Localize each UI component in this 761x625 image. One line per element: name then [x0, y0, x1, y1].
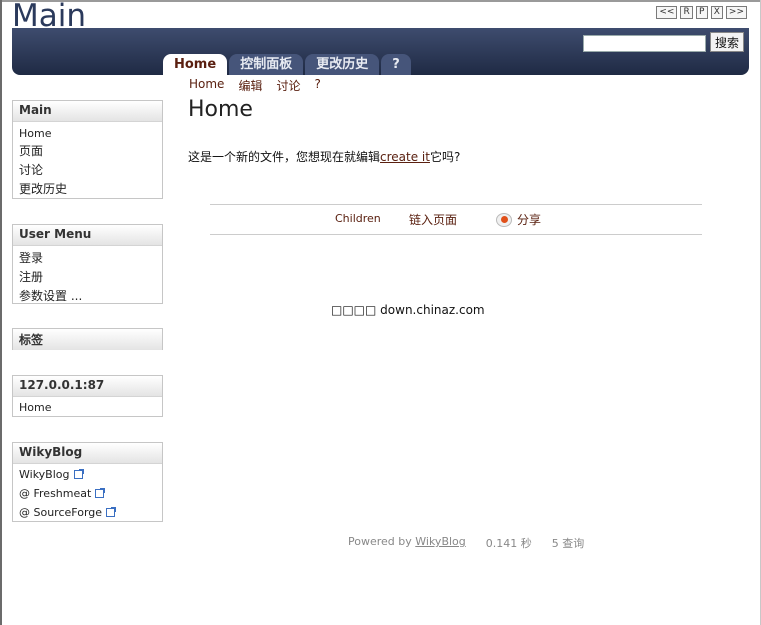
search-button[interactable]: 搜索 [710, 32, 744, 52]
sidebar-item-preferences[interactable]: 参数设置 ... [19, 287, 156, 306]
site-title[interactable]: Main [12, 0, 86, 34]
sidebar-item-home[interactable]: Home [19, 126, 156, 142]
message-text-after: 它吗? [429, 150, 461, 164]
sidebar-box-title: WikyBlog [13, 443, 162, 464]
sidebar-box-wikyblog: WikyBlog WikyBlog @ Freshmeat @ SourceFo… [12, 442, 163, 522]
pager-x-button[interactable]: X [710, 6, 723, 19]
sidebar-item-discuss[interactable]: 讨论 [19, 161, 156, 180]
sidebar-box-host: 127.0.0.1:87 Home [12, 375, 163, 417]
main-tabs: Home 控制面板 更改历史 ? [163, 54, 411, 75]
tab-help[interactable]: ? [381, 54, 411, 75]
subnav-edit[interactable]: 编辑 [238, 77, 262, 94]
sidebar-box-title: User Menu [13, 225, 162, 246]
link-label: @ Freshmeat [19, 487, 92, 500]
subnav-discuss[interactable]: 讨论 [276, 77, 300, 94]
link-label: @ SourceForge [19, 506, 103, 519]
sidebar-box-title: 127.0.0.1:87 [13, 376, 162, 397]
message-text-before: 这是一个新的文件，您想现在就编辑 [188, 150, 381, 164]
share-label: 分享 [517, 213, 542, 227]
page-footer: Powered by WikyBlog 0.141 秒 5 查询 [348, 535, 584, 551]
sub-navigation: Home 编辑 讨论 ? [189, 77, 321, 94]
ad-text: □□□□ down.chinaz.com [331, 303, 485, 317]
divider [210, 204, 702, 205]
query-count: 5 查询 [551, 537, 585, 550]
sidebar-item-sourceforge[interactable]: @ SourceForge [19, 503, 156, 522]
page-message: 这是一个新的文件，您想现在就编辑create it它吗? [188, 148, 460, 165]
wikyblog-footer-link[interactable]: WikyBlog [415, 535, 466, 548]
sidebar-item-host-home[interactable]: Home [19, 398, 156, 417]
link-label: WikyBlog [19, 468, 70, 481]
sidebar-box-title: 标签 [13, 329, 162, 350]
children-link[interactable]: Children [335, 212, 381, 225]
sidebar-box-title: Main [13, 101, 162, 122]
sidebar-item-wikyblog[interactable]: WikyBlog [19, 465, 156, 484]
divider [210, 234, 702, 235]
powered-by: Powered by WikyBlog [348, 535, 466, 551]
pager-first-button[interactable]: << [656, 6, 678, 19]
sidebar-item-pages[interactable]: 页面 [19, 142, 156, 161]
sidebar-item-freshmeat[interactable]: @ Freshmeat [19, 484, 156, 503]
external-link-icon [106, 507, 117, 517]
window-frame-top [0, 0, 761, 2]
share-button[interactable]: 分享 [496, 211, 541, 228]
sidebar-box-user-menu: User Menu 登录 注册 参数设置 ... [12, 224, 163, 304]
sidebar-item-login[interactable]: 登录 [19, 249, 156, 268]
page-title: Home [188, 97, 253, 122]
render-time: 0.141 秒 [485, 537, 532, 550]
search-input[interactable] [583, 35, 706, 52]
tab-home[interactable]: Home [163, 54, 228, 75]
backlinks-link[interactable]: 链入页面 [409, 211, 457, 228]
subnav-help[interactable]: ? [314, 77, 320, 94]
sidebar-item-register[interactable]: 注册 [19, 268, 156, 287]
create-it-link[interactable]: create it [380, 150, 430, 164]
pager-p-button[interactable]: P [695, 6, 708, 19]
tab-change-history[interactable]: 更改历史 [305, 54, 380, 75]
pager-r-button[interactable]: R [680, 6, 693, 19]
external-link-icon [95, 488, 106, 498]
share-icon [496, 212, 512, 227]
pager-controls: << R P X >> [656, 6, 747, 19]
pager-last-button[interactable]: >> [725, 6, 747, 19]
sidebar-box-tags: 标签 [12, 328, 163, 350]
window-frame-left [0, 0, 2, 625]
tab-control-panel[interactable]: 控制面板 [229, 54, 304, 75]
subnav-home[interactable]: Home [189, 77, 224, 94]
external-link-icon [73, 469, 84, 479]
sidebar-box-main: Main Home 页面 讨论 更改历史 [12, 100, 163, 199]
powered-prefix: Powered by [348, 535, 416, 548]
sidebar-item-history[interactable]: 更改历史 [19, 180, 156, 199]
